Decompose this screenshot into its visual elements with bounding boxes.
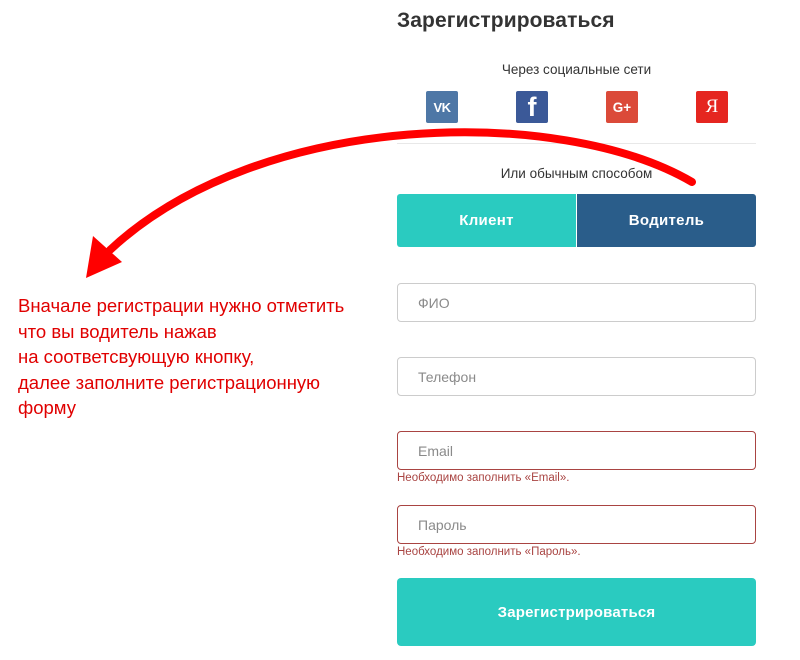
social-caption: Через социальные сети [501,62,652,77]
vk-icon[interactable]: VK [426,91,458,123]
annotation-line: Вначале регистрации нужно отметить [18,295,345,316]
page-title: Зарегистрироваться [397,9,615,32]
fio-input[interactable] [397,283,756,322]
password-input[interactable] [397,505,756,544]
annotation-line: форму [18,397,76,418]
phone-input[interactable] [397,357,756,396]
yandex-icon[interactable]: Я [696,91,728,123]
annotation-line: далее заполните регистрационную [18,371,321,393]
alt-caption: Или обычным способом [500,166,653,181]
driver-button[interactable]: Водитель [577,194,756,247]
google-plus-icon[interactable]: G+ [606,91,638,123]
annotation-line: что вы водитель нажав [18,320,217,342]
facebook-icon[interactable]: f [516,91,548,123]
divider [397,143,756,144]
password-error-message: Необходимо заполнить «Пароль». [397,546,581,558]
arrow-head [86,236,122,278]
register-submit-button[interactable]: Зарегистрироваться [397,578,756,646]
annotation-line: на соответсвующую кнопку, [18,346,255,367]
email-input[interactable] [397,431,756,470]
client-button[interactable]: Клиент [397,194,577,247]
annotation-text: Вначале регистрации нужно отметить что в… [18,293,388,421]
email-error-message: Необходимо заполнить «Email». [397,472,570,484]
role-toggle: Клиент Водитель [397,194,756,247]
